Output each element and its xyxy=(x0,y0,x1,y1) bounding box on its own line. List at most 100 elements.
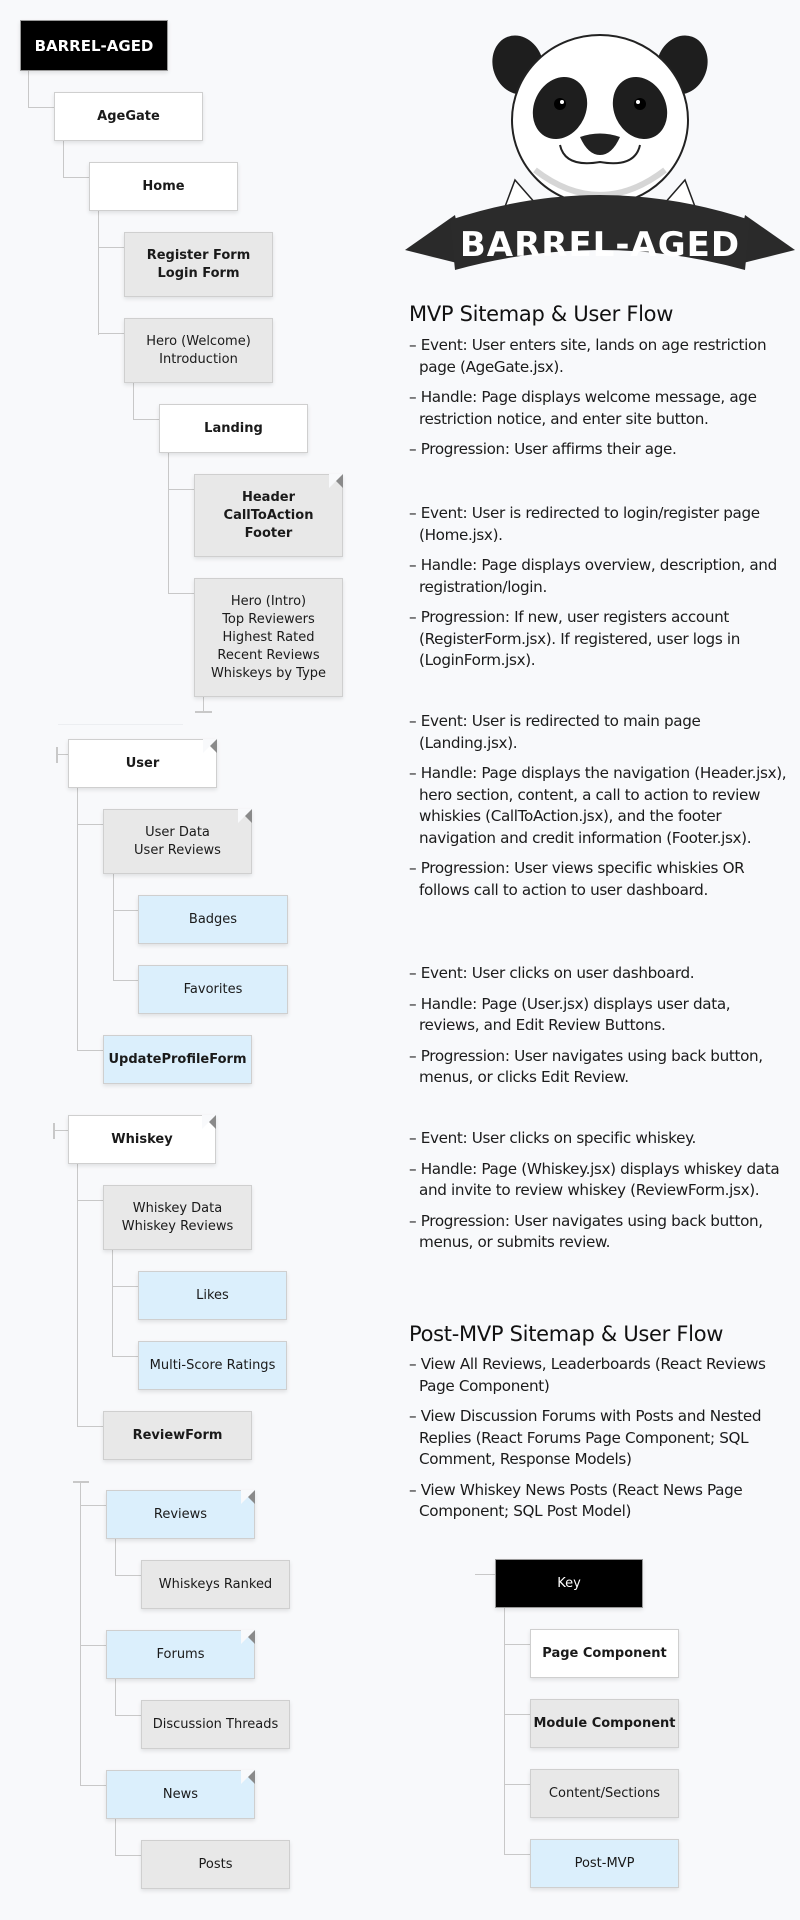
node-agegate: AgeGate xyxy=(54,92,203,141)
bracket-tick xyxy=(53,1123,55,1139)
flow-event: – Event: User clicks on specific whiskey… xyxy=(409,1129,697,1147)
node-whiskey-likes: Likes xyxy=(138,1271,287,1320)
connector xyxy=(112,1356,138,1357)
node-reviews: Reviews xyxy=(106,1490,255,1539)
connector xyxy=(115,1715,141,1716)
flow-progression: – Progression: User navigates using back… xyxy=(409,1211,763,1252)
flow-event: – Event: User enters site, lands on age … xyxy=(409,336,767,376)
flow-progression: – Progression: If new, user registers ac… xyxy=(409,608,741,669)
connector xyxy=(77,824,103,825)
connector xyxy=(115,1539,116,1575)
post-mvp-item: – View Whiskey News Posts (React News Pa… xyxy=(409,1480,743,1521)
connector xyxy=(504,1714,530,1715)
connector xyxy=(77,1164,78,1426)
post-mvp-flow: Post-MVP Sitemap & User Flow – View All … xyxy=(409,1320,794,1523)
flow-event: – Event: User is redirected to login/reg… xyxy=(409,504,760,544)
flow-handle: – Handle: Page displays welcome message,… xyxy=(409,388,757,428)
terminator-tick xyxy=(195,711,212,713)
connector xyxy=(80,1785,106,1786)
node-home-forms: Register Form Login Form xyxy=(124,232,273,297)
connector xyxy=(98,333,124,334)
node-user-content: User Data User Reviews xyxy=(103,809,252,874)
post-mvp-item: – View Discussion Forums with Posts and … xyxy=(409,1407,762,1468)
connector xyxy=(113,874,114,980)
connector xyxy=(113,910,138,911)
node-landing-content: Hero (Intro) Top Reviewers Highest Rated… xyxy=(194,578,343,697)
connector xyxy=(28,107,54,108)
mvp-flow-group-1: – Event: User enters site, lands on age … xyxy=(409,335,794,461)
sitemap-root: BARREL-AGED xyxy=(20,20,168,71)
connector xyxy=(80,1505,106,1506)
connector xyxy=(115,1855,141,1856)
connector xyxy=(57,754,68,755)
legend-title: Key xyxy=(495,1559,643,1608)
node-update-profile-form: UpdateProfileForm xyxy=(103,1035,252,1084)
mvp-flow-group-3: – Event: User is redirected to main page… xyxy=(409,711,794,901)
connector xyxy=(168,489,194,490)
legend-post-mvp: Post-MVP xyxy=(530,1839,679,1888)
connector xyxy=(77,1200,103,1201)
logo: BARREL-AGED xyxy=(400,20,800,280)
legend-module-component: Module Component xyxy=(530,1699,679,1748)
connector xyxy=(203,697,204,712)
flow-handle: – Handle: Page (User.jsx) displays user … xyxy=(409,994,731,1035)
flow-handle: – Handle: Page displays overview, descri… xyxy=(409,556,777,596)
node-home-content: Hero (Welcome) Introduction xyxy=(124,318,273,383)
post-mvp-flow-heading: Post-MVP Sitemap & User Flow xyxy=(409,1322,724,1346)
divider xyxy=(58,724,183,725)
connector xyxy=(77,1050,103,1051)
flow-event: – Event: User clicks on user dashboard. xyxy=(409,964,695,982)
connector xyxy=(133,419,159,420)
node-posts: Posts xyxy=(141,1840,290,1889)
connector xyxy=(115,1819,116,1855)
node-review-form: ReviewForm xyxy=(103,1411,252,1460)
connector xyxy=(504,1784,530,1785)
node-news: News xyxy=(106,1770,255,1819)
post-mvp-item: – View All Reviews, Leaderboards (React … xyxy=(409,1355,766,1395)
node-user-favorites: Favorites xyxy=(138,965,288,1014)
node-landing: Landing xyxy=(159,404,308,453)
connector xyxy=(80,1482,81,1785)
mvp-flow-group-2: – Event: User is redirected to login/reg… xyxy=(409,503,794,672)
connector xyxy=(63,177,89,178)
connector xyxy=(80,1645,106,1646)
mvp-flow-heading: MVP Sitemap & User Flow xyxy=(409,302,674,326)
connector xyxy=(98,211,99,335)
connector xyxy=(504,1644,530,1645)
connector xyxy=(113,980,138,981)
legend-content-sections: Content/Sections xyxy=(530,1769,679,1818)
connector xyxy=(168,593,194,594)
connector xyxy=(112,1286,138,1287)
node-whiskey: Whiskey xyxy=(68,1115,216,1164)
node-whiskeys-ranked: Whiskeys Ranked xyxy=(141,1560,290,1609)
mvp-flow-group-5: – Event: User clicks on specific whiskey… xyxy=(409,1128,794,1254)
node-forums: Forums xyxy=(106,1630,255,1679)
connector xyxy=(77,788,78,1050)
flow-progression: – Progression: User affirms their age. xyxy=(409,440,677,458)
flow-handle: – Handle: Page displays the navigation (… xyxy=(409,764,787,847)
flow-event: – Event: User is redirected to main page… xyxy=(409,712,701,752)
node-home: Home xyxy=(89,162,238,211)
bracket-tick xyxy=(73,1481,89,1483)
flow-progression: – Progression: User navigates using back… xyxy=(409,1046,763,1087)
flow-progression: – Progression: User views specific whisk… xyxy=(409,859,745,899)
bracket-tick xyxy=(56,747,58,763)
flow-handle: – Handle: Page (Whiskey.jsx) displays wh… xyxy=(409,1159,780,1200)
node-whiskey-ratings: Multi-Score Ratings xyxy=(138,1341,287,1390)
connector xyxy=(54,1130,68,1131)
logo-text: BARREL-AGED xyxy=(460,225,740,265)
connector xyxy=(112,1250,113,1356)
legend-page-component: Page Component xyxy=(530,1629,679,1678)
connector xyxy=(115,1679,116,1715)
node-user-badges: Badges xyxy=(138,895,288,944)
connector xyxy=(504,1854,530,1855)
connector xyxy=(133,383,134,419)
connector xyxy=(475,1574,495,1575)
connector xyxy=(28,71,29,107)
node-whiskey-content: Whiskey Data Whiskey Reviews xyxy=(103,1185,252,1250)
connector xyxy=(63,141,64,177)
connector xyxy=(98,247,124,248)
connector xyxy=(77,1426,103,1427)
connector xyxy=(168,453,169,593)
node-user: User xyxy=(68,739,217,788)
